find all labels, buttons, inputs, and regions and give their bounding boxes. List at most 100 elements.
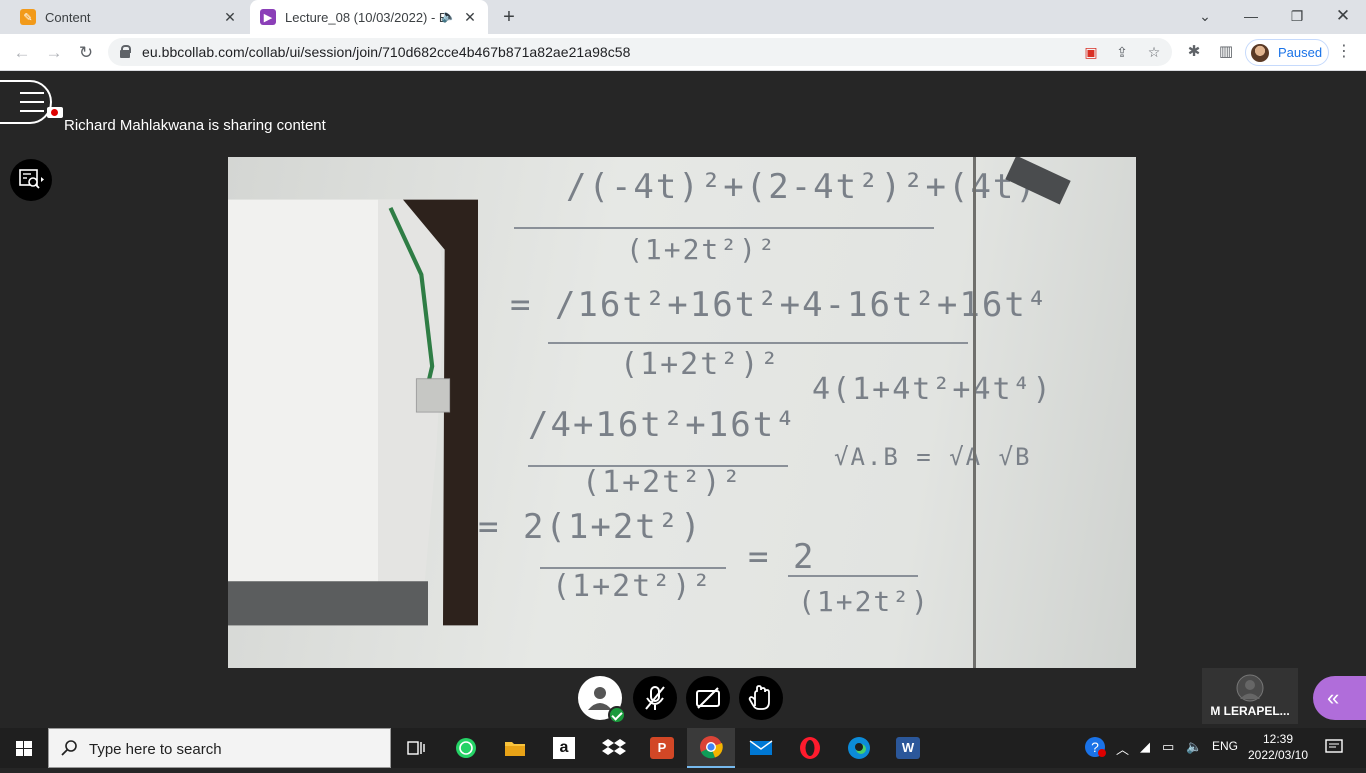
- collab-session-area: Richard Mahlakwana is sharing content /(…: [0, 71, 1366, 728]
- lock-icon[interactable]: [120, 45, 131, 58]
- participant-name: M LERAPEL...: [1210, 704, 1290, 718]
- mail-icon: [749, 740, 773, 755]
- close-tab-icon[interactable]: ✕: [462, 9, 478, 25]
- network-icon[interactable]: ◢: [1140, 739, 1150, 755]
- notifications-icon[interactable]: [1325, 738, 1343, 759]
- presenter-figure: [228, 199, 478, 626]
- language-indicator[interactable]: ENG: [1212, 739, 1238, 753]
- battery-icon[interactable]: ▭: [1162, 739, 1174, 755]
- file-explorer-app[interactable]: [491, 728, 539, 768]
- board-line-5: /4+16t²+16t⁴: [528, 405, 798, 445]
- word-app[interactable]: W: [884, 728, 932, 768]
- tab-lecture[interactable]: ▶ Lecture_08 (10/03/2022) - Bb 🔈 ✕: [250, 0, 488, 34]
- sharing-status: Richard Mahlakwana is sharing content: [64, 117, 326, 134]
- forward-button[interactable]: →: [41, 40, 67, 66]
- hamburger-icon-line: [20, 101, 44, 103]
- zoom-search-icon: [19, 169, 44, 189]
- hand-icon: [748, 685, 770, 710]
- speaker-icon[interactable]: 🔈: [441, 9, 456, 23]
- task-view-button[interactable]: [392, 728, 440, 768]
- board-edge: [973, 157, 976, 668]
- windows-logo-icon: [16, 741, 32, 756]
- board-line-11: = 2: [748, 537, 816, 577]
- zoom-content-button[interactable]: [10, 159, 52, 201]
- amazon-app[interactable]: a: [540, 728, 588, 768]
- raise-hand-button[interactable]: [739, 676, 783, 720]
- whatsapp-icon: [456, 738, 476, 758]
- profile-button[interactable]: Paused: [1245, 39, 1329, 66]
- browser-toolbar: ← → ↻ eu.bbcollab.com/collab/ui/session/…: [0, 34, 1366, 71]
- opera-app[interactable]: [786, 728, 834, 768]
- tab-content[interactable]: ✎ Content ✕: [8, 0, 248, 34]
- opera-icon: [800, 737, 820, 759]
- camera-button[interactable]: [686, 676, 730, 720]
- board-line-8: √A.B = √A √B: [834, 443, 1032, 471]
- browser-tab-strip: ✎ Content ✕ ▶ Lecture_08 (10/03/2022) - …: [0, 0, 1366, 34]
- shared-video-feed: /(-4t)²+(2-4t²)²+(4t)² (1+2t²)² = /16t²+…: [228, 157, 1136, 668]
- fraction-bar: [514, 227, 934, 229]
- board-line-7: (1+2t²)²: [582, 465, 743, 500]
- minimize-button[interactable]: —: [1228, 0, 1274, 34]
- board-line-6: 4(1+4t²+4t⁴): [812, 372, 1053, 407]
- collab-favicon-icon: ▶: [260, 9, 276, 25]
- extensions-icon[interactable]: ✱: [1184, 42, 1204, 60]
- volume-icon[interactable]: 🔈: [1186, 739, 1202, 755]
- content-favicon-icon: ✎: [20, 9, 36, 25]
- powerpoint-icon: P: [650, 737, 674, 759]
- avatar: [1251, 44, 1269, 62]
- dropbox-icon: [602, 739, 626, 755]
- tab-title: Content: [45, 9, 91, 25]
- participant-avatar-icon: [1236, 674, 1264, 702]
- camera-off-icon: [696, 687, 720, 709]
- powerpoint-app[interactable]: P: [638, 728, 686, 768]
- session-menu-button[interactable]: [0, 80, 52, 124]
- url-text[interactable]: eu.bbcollab.com/collab/ui/session/join/7…: [142, 44, 630, 60]
- back-button[interactable]: ←: [9, 40, 35, 66]
- my-status-button[interactable]: [578, 676, 626, 724]
- tab-search-icon[interactable]: ⌄: [1182, 0, 1228, 34]
- edge-app[interactable]: [835, 728, 883, 768]
- double-chevron-left-icon: «: [1327, 685, 1340, 710]
- whatsapp-app[interactable]: [442, 728, 490, 768]
- address-bar[interactable]: eu.bbcollab.com/collab/ui/session/join/7…: [108, 38, 1172, 66]
- search-placeholder: Type here to search: [89, 741, 222, 758]
- share-icon[interactable]: ⇪: [1113, 44, 1131, 61]
- participant-tile[interactable]: M LERAPEL...: [1202, 668, 1298, 724]
- chrome-app[interactable]: [687, 728, 735, 768]
- reload-button[interactable]: ↻: [73, 40, 99, 66]
- restore-button[interactable]: ❐: [1274, 0, 1320, 34]
- side-panel-icon[interactable]: ▥: [1216, 42, 1236, 60]
- new-tab-button[interactable]: +: [498, 6, 520, 28]
- dropbox-app[interactable]: [590, 728, 638, 768]
- tab-title: Lecture_08 (10/03/2022) - Bb: [285, 9, 445, 25]
- edge-icon: [848, 737, 870, 759]
- chrome-icon: [700, 736, 723, 759]
- board-line-12: (1+2t²): [798, 585, 931, 618]
- help-tray-icon[interactable]: ?: [1084, 736, 1106, 761]
- windows-taskbar: Type here to search a P W ? ︿ ◢ ▭ 🔈 ENG …: [0, 728, 1366, 768]
- browser-menu-icon[interactable]: ⋮: [1336, 41, 1352, 61]
- mail-app[interactable]: [737, 728, 785, 768]
- taskbar-search-box[interactable]: Type here to search: [48, 728, 391, 768]
- close-tab-icon[interactable]: ✕: [222, 9, 238, 25]
- task-view-icon: [407, 741, 425, 755]
- board-line-9: = 2(1+2t²): [478, 507, 703, 547]
- recording-icon: [47, 107, 63, 118]
- start-button[interactable]: [0, 728, 48, 768]
- fraction-bar: [788, 575, 918, 577]
- svg-text:?: ?: [1091, 739, 1099, 755]
- open-collaborate-panel-button[interactable]: «: [1313, 676, 1366, 720]
- taskbar-clock[interactable]: 12:39 2022/03/10: [1244, 731, 1312, 763]
- close-window-button[interactable]: ✕: [1320, 0, 1366, 34]
- board-line-4: (1+2t²)²: [620, 347, 781, 382]
- camera-blocked-icon[interactable]: ▣: [1082, 44, 1100, 61]
- available-check-icon: [608, 706, 626, 724]
- search-icon: [61, 740, 77, 756]
- show-hidden-icons-chevron-icon[interactable]: ︿: [1116, 739, 1129, 758]
- board-line-1: /(-4t)²+(2-4t²)²+(4t)²: [566, 167, 1061, 207]
- fraction-bar: [548, 342, 968, 344]
- microphone-button[interactable]: [633, 676, 677, 720]
- board-line-2: (1+2t²)²: [626, 233, 777, 266]
- bookmark-star-icon[interactable]: ☆: [1145, 44, 1163, 61]
- clock-time: 12:39: [1262, 732, 1294, 746]
